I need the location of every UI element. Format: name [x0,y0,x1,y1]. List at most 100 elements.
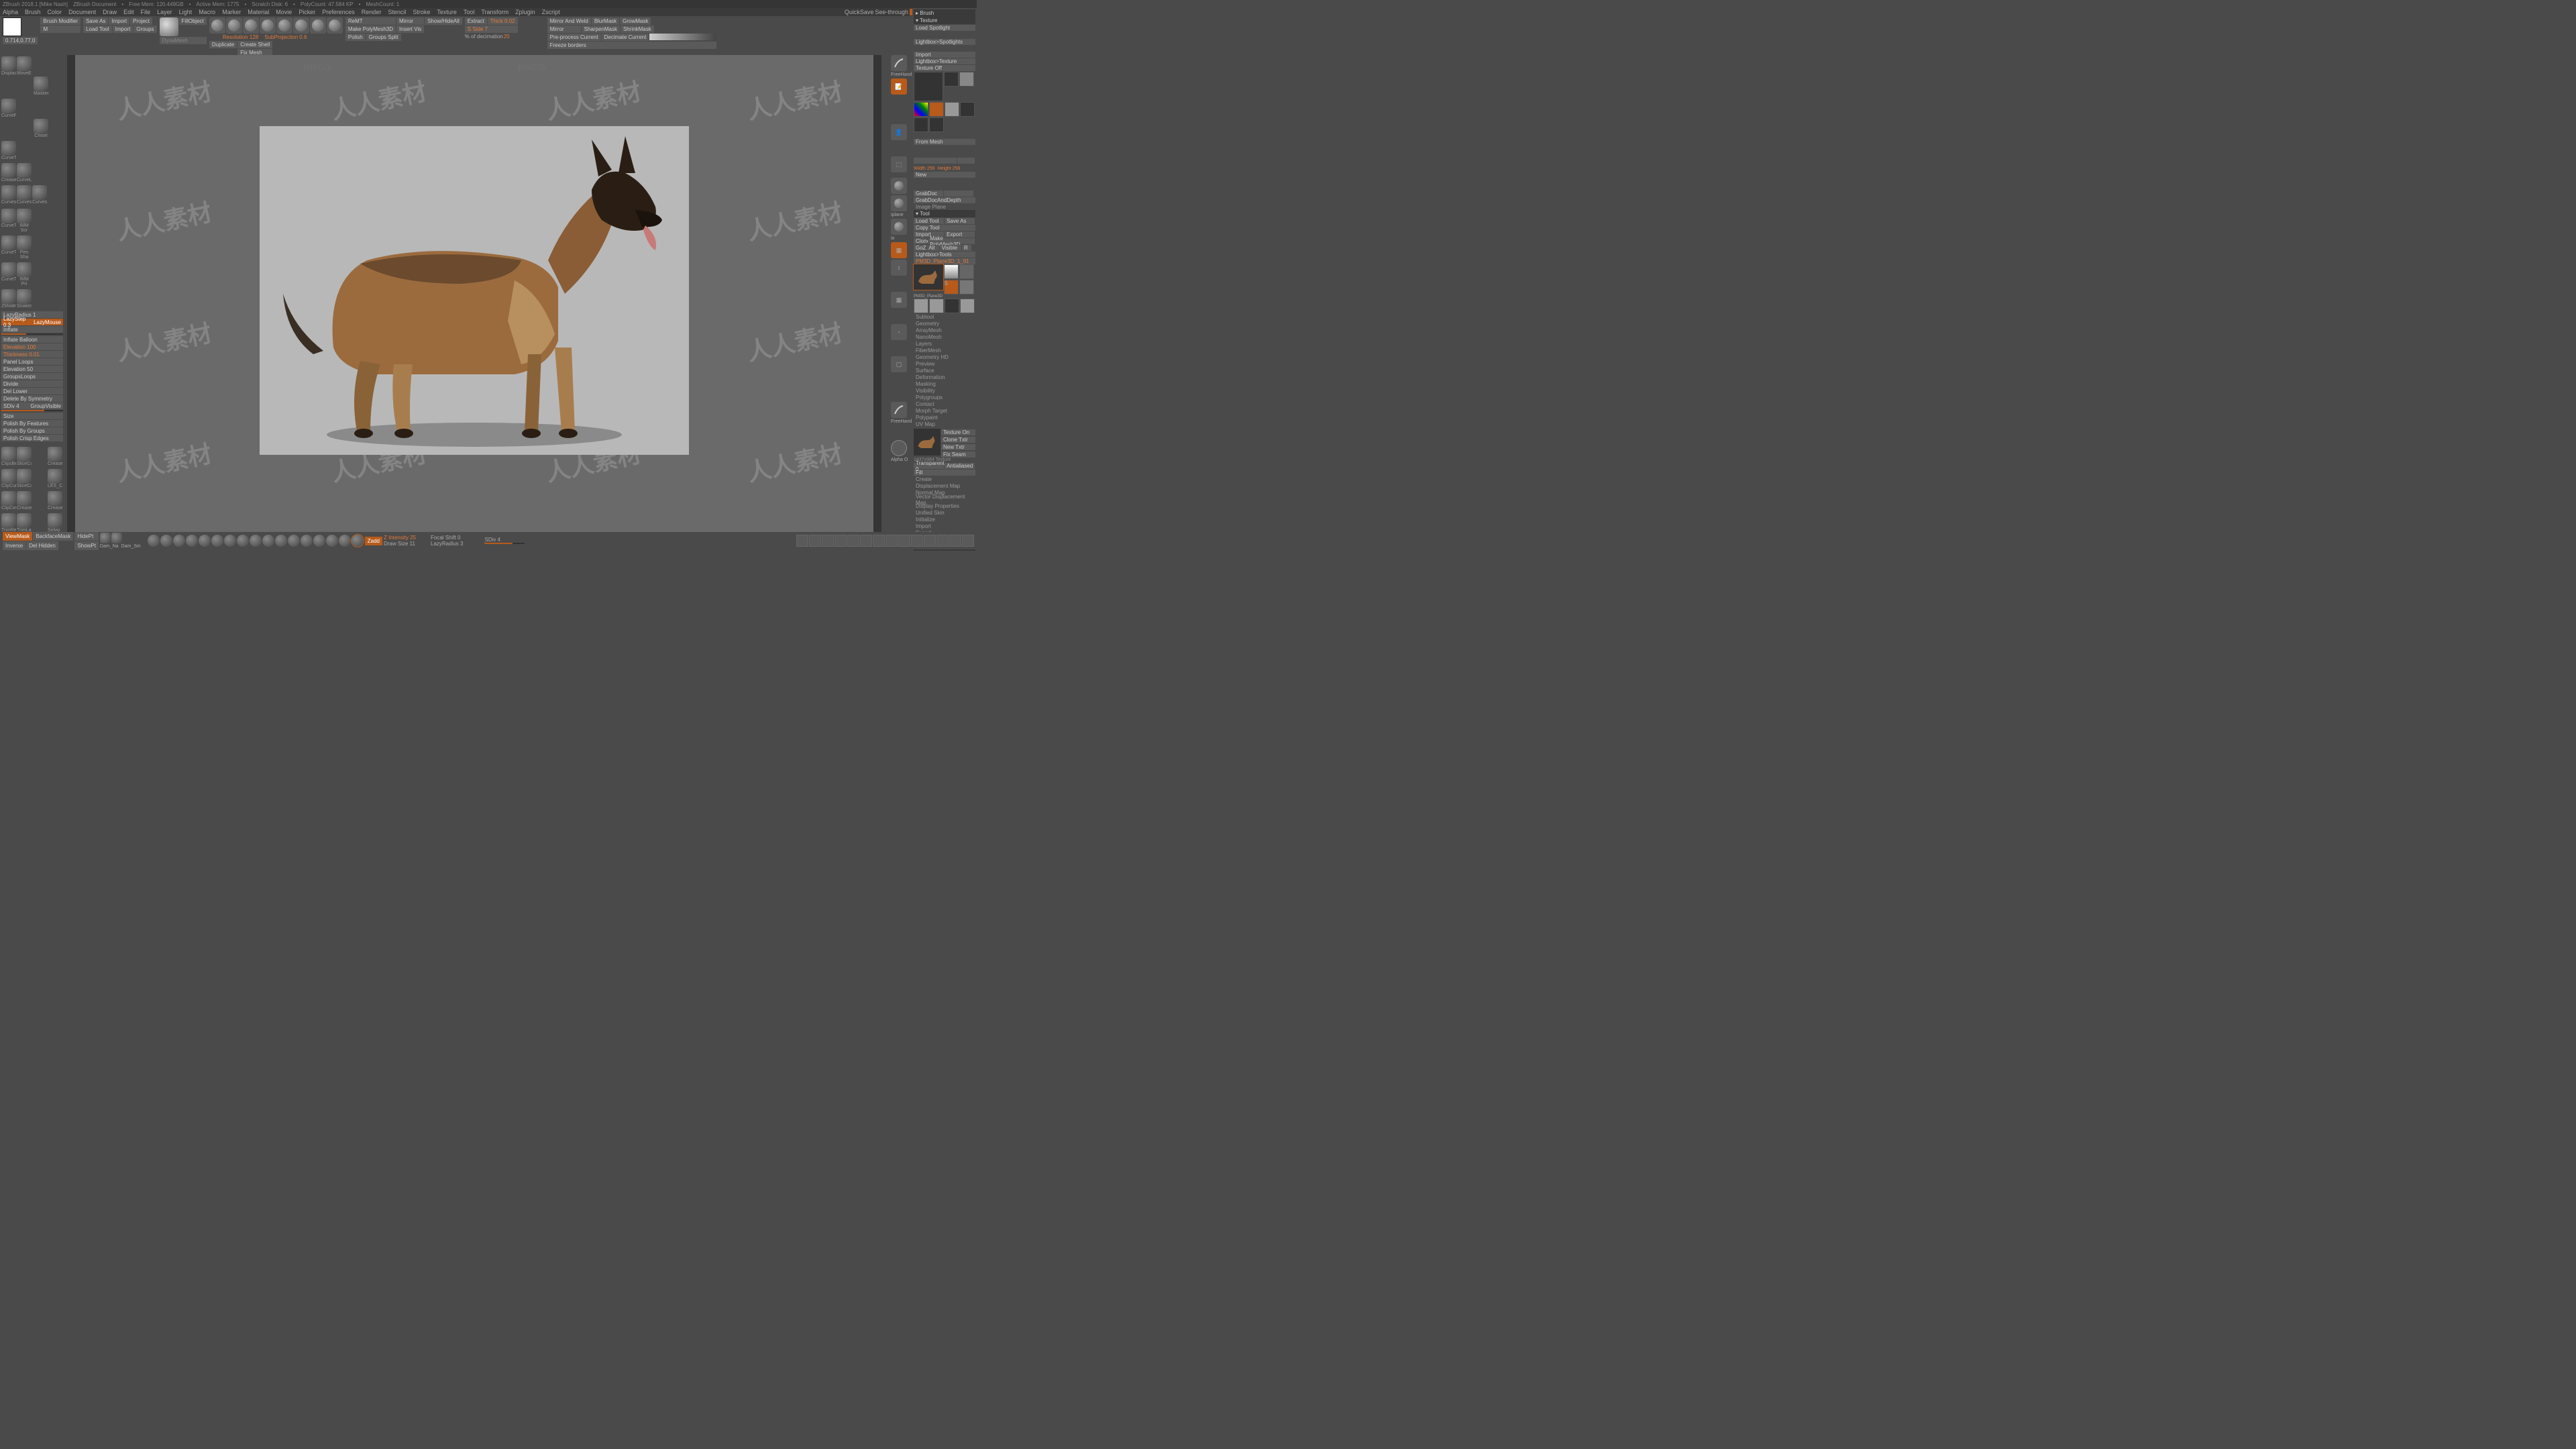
sq-0[interactable] [796,535,808,547]
rail-group-icon[interactable]: ⬚ [891,156,907,172]
sside[interactable]: S Side 7 [465,25,518,33]
tex-1[interactable] [959,72,974,87]
sq-5[interactable] [860,535,872,547]
extract-btn[interactable]: Extract [465,17,487,25]
decimate[interactable]: Decimate Current [602,34,649,41]
mirror-and-weld[interactable]: Mirror And Weld [547,17,591,25]
create-shell[interactable]: Create Shell [237,41,272,48]
tool-thumb-7[interactable] [945,299,959,313]
hidept[interactable]: HidePt [74,532,99,541]
del-hidden[interactable]: Del Hidden [26,541,58,550]
lightbox-texture[interactable]: Lightbox>Texture [914,58,975,64]
polish-btn[interactable]: Polish [345,34,366,41]
menu-picker[interactable]: Picker [299,9,315,15]
m-button[interactable]: M [40,25,80,33]
thickness[interactable]: Thickness 0.01 [1,351,63,358]
import-button[interactable]: Import [109,17,129,25]
resolution-label[interactable]: Resolution 128 [223,34,258,40]
transparent[interactable]: Transparent 0 [914,463,944,469]
palette-geometry[interactable]: Geometry [914,321,975,327]
palette-initialize[interactable]: Initialize [914,517,975,523]
palette-morphtarget[interactable]: Morph Target [914,408,975,414]
tool-thumb-main[interactable] [914,264,943,290]
menu-document[interactable]: Document [68,9,96,15]
rail-alpha-icon[interactable] [891,440,907,456]
loadtool-button[interactable]: Load Tool [83,25,112,33]
moveel-icon[interactable] [226,17,242,34]
panel-loops[interactable]: Panel Loops [1,358,63,365]
tex-5[interactable] [929,117,944,132]
tex-2[interactable] [929,102,944,117]
brush-curvetr[interactable] [1,141,16,156]
inverse[interactable]: Inverse [3,541,25,550]
showhideall[interactable]: Show/HideAll [425,17,462,25]
sq-9[interactable] [911,535,923,547]
clone-btn[interactable]: Clone [914,238,927,244]
remt[interactable]: ReMT [345,17,396,25]
divide[interactable]: Divide [1,380,63,387]
growmask[interactable]: GrowMask [620,17,651,25]
tex-height[interactable]: Height 256 [938,166,961,171]
tex-off[interactable] [944,72,959,87]
sq-6[interactable] [873,535,885,547]
copy-tool[interactable]: Copy Tool [914,225,975,231]
brush-immscr[interactable] [17,209,32,223]
palette-polypaint[interactable]: Polypaint [914,415,975,421]
brush-maskerla[interactable] [34,76,48,91]
goz-visible[interactable]: Visible [940,245,961,251]
material-swatch[interactable] [160,17,178,36]
saveas-button[interactable]: Save As [83,17,108,25]
brush-creasec[interactable] [1,163,16,178]
lightbox-spotlights[interactable]: Lightbox>Spotlights [914,39,975,45]
brush-curvela[interactable] [17,163,32,178]
tool-thumb-3[interactable]: S [944,280,959,294]
new-txtr[interactable]: New Txtr [941,444,975,450]
texture-preview[interactable] [914,72,943,101]
menu-render[interactable]: Render [362,9,382,15]
b-creasec[interactable] [17,491,32,506]
sq-2[interactable] [822,535,834,547]
sq-7[interactable] [885,535,898,547]
showpt[interactable]: ShowPt [74,541,99,550]
bot-brush-7[interactable] [237,535,249,547]
bot-brush-2[interactable] [173,535,185,547]
from-mesh-preview[interactable] [914,158,957,164]
mstand3-icon[interactable] [276,17,292,34]
tool-thumb-1[interactable] [944,264,959,279]
menu-movie[interactable]: Movie [276,9,292,15]
b-trimlas[interactable] [17,513,32,528]
grabdoc-opt[interactable] [944,191,973,197]
bot-brush-14[interactable] [326,535,338,547]
brush-displace[interactable] [1,56,16,71]
palette-deformation[interactable]: Deformation [914,374,975,380]
bot-brush-active[interactable] [352,535,364,547]
texture-header[interactable]: ▾ Texture [914,17,975,24]
goz-r[interactable]: R [962,245,971,251]
tool-thumb-5[interactable] [914,299,928,313]
texturemap-preview[interactable] [914,429,941,455]
tex-new[interactable]: New [914,172,975,178]
palette-import[interactable]: Import [914,523,975,529]
b-slicecur[interactable] [17,447,32,462]
lightbox-tools[interactable]: Lightbox>Tools [914,252,975,258]
bot-brush-10[interactable] [275,535,287,547]
brush-curvesst2[interactable] [32,185,47,200]
project-button[interactable]: Project [130,17,152,25]
make-polymesh3d[interactable]: Make PolyMesh3D [928,238,975,244]
mstand2-icon[interactable] [260,17,276,34]
menu-stencil[interactable]: Stencil [388,9,406,15]
palette-unified[interactable]: Unified Skin [914,510,975,516]
b-clipcurv[interactable] [1,469,16,484]
brush-curvetu1[interactable] [1,209,16,223]
palette-contact[interactable]: Contact [914,401,975,407]
sq-12[interactable] [949,535,961,547]
brush-zmodeler[interactable] [1,289,16,304]
insert-vis[interactable]: Insert Vis [396,25,424,33]
preprocess[interactable]: Pre-process Current [547,34,601,41]
freeze-borders[interactable]: Freeze borders [547,42,717,49]
groupsloops[interactable]: GroupsLoops [1,373,63,380]
image-plane-palette[interactable]: Image Plane [914,204,975,210]
bot-brush-11[interactable] [288,535,300,547]
palette-masking[interactable]: Masking [914,381,975,387]
menu-texture[interactable]: Texture [437,9,457,15]
